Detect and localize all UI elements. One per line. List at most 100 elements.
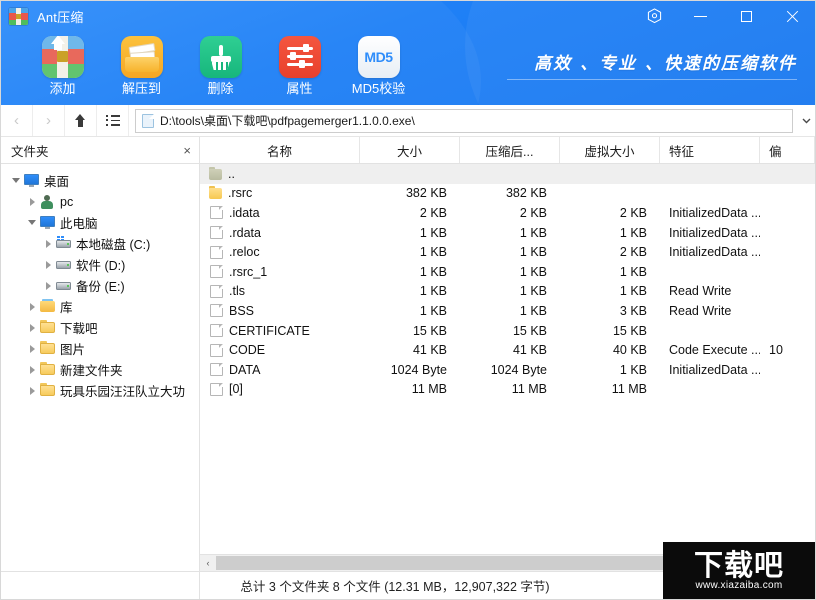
minimize-icon (693, 15, 707, 17)
toolbar-button-add[interactable]: 添加 (23, 34, 102, 97)
cell-name: BSS (200, 304, 360, 318)
cell-feature: Read Write (669, 284, 732, 299)
sidebar-item-label: 此电脑 (60, 217, 98, 231)
toolbar-button-extract[interactable]: 解压到 (102, 34, 181, 97)
file-name-text: .rdata (229, 225, 261, 240)
folder-icon (39, 341, 56, 356)
sidebar-item-1[interactable]: 桌面 (1, 170, 199, 191)
twisty-expanded-icon[interactable] (9, 178, 23, 183)
cell-feature: InitializedData ... (669, 245, 760, 260)
drive-icon (55, 257, 72, 272)
sidebar-item-9[interactable]: 图片 (1, 338, 199, 359)
toolbar-button-md5[interactable]: MD5 MD5校验 (339, 34, 418, 97)
table-row[interactable]: BSS 1 KB 1 KB 3 KB Read Write (200, 301, 815, 321)
cell-size: 15 KB (412, 323, 447, 338)
toolbar-label-extract: 解压到 (121, 81, 161, 96)
table-row[interactable]: .rsrc 382 KB 382 KB (200, 184, 815, 204)
twisty-collapsed-icon[interactable] (41, 260, 55, 269)
up-button[interactable] (65, 105, 97, 136)
twisty-collapsed-icon[interactable] (25, 386, 39, 395)
forward-button[interactable]: › (33, 105, 65, 136)
cell-packed: 2 KB (519, 205, 547, 220)
sidebar-item-label: 库 (60, 301, 73, 315)
view-list-button[interactable] (97, 105, 129, 136)
toolbar-button-delete[interactable]: 删除 (181, 34, 260, 97)
scroll-left-arrow[interactable]: ‹ (200, 555, 216, 571)
maximize-button[interactable] (723, 1, 769, 31)
twisty-collapsed-icon[interactable] (25, 302, 39, 311)
settings-hex-icon[interactable] (631, 1, 677, 31)
column-header-offset[interactable]: 偏 (760, 137, 815, 163)
archive-icon (9, 7, 28, 25)
table-row[interactable]: .idata 2 KB 2 KB 2 KB InitializedData ... (200, 203, 815, 223)
twisty-collapsed-icon[interactable] (41, 281, 55, 290)
table-row[interactable]: .rdata 1 KB 1 KB 1 KB InitializedData ... (200, 223, 815, 243)
file-name-text: CERTIFICATE (229, 323, 310, 338)
cell-feature: InitializedData ... (669, 362, 760, 377)
sidebar-item-8[interactable]: 下载吧 (1, 317, 199, 338)
file-name-text: [0] (229, 382, 243, 397)
column-header-size[interactable]: 大小 (360, 137, 460, 163)
table-row[interactable]: .rsrc_1 1 KB 1 KB 1 KB (200, 262, 815, 282)
cell-virtual-size: 2 KB (619, 205, 647, 220)
sidebar-item-label: 图片 (60, 343, 86, 357)
cell-packed: 1 KB (519, 225, 547, 240)
sidebar-item-2[interactable]: pc (1, 191, 199, 212)
file-icon (210, 284, 223, 298)
window-header: Ant压缩 添加 解压到 删除 属性 MD5 MD5校验 高效 、专业 、快速的… (1, 1, 815, 105)
table-row[interactable]: .reloc 1 KB 1 KB 2 KB InitializedData ... (200, 242, 815, 262)
table-row[interactable]: CERTIFICATE 15 KB 15 KB 15 KB (200, 321, 815, 341)
sidebar-item-7[interactable]: 库 (1, 296, 199, 317)
column-header-name[interactable]: 名称 (200, 137, 360, 163)
file-name-text: .tls (229, 284, 245, 299)
file-name-text: .reloc (229, 245, 260, 260)
table-row[interactable]: DATA 1024 Byte 1024 Byte 1 KB InitializedDat… (200, 360, 815, 380)
table-row[interactable]: .tls 1 KB 1 KB 1 KB Read Write (200, 282, 815, 302)
column-header-feature[interactable]: 特征 (660, 137, 760, 163)
toolbar-label-delete: 删除 (207, 81, 234, 96)
sidebar-item-3[interactable]: 此电脑 (1, 212, 199, 233)
sliders-properties-icon (278, 36, 321, 78)
cell-size: 1 KB (419, 303, 447, 318)
sidebar-title: 文件夹 (11, 144, 49, 159)
path-dropdown-button[interactable] (798, 109, 815, 133)
sidebar-item-11[interactable]: 玩具乐园汪汪队立大功 (1, 380, 199, 401)
close-button[interactable] (769, 1, 815, 31)
sidebar-item-5[interactable]: 软件 (D:) (1, 254, 199, 275)
parent-folder-icon (209, 166, 222, 181)
table-row[interactable]: CODE 41 KB 41 KB 40 KB Code Execute ... 10 (200, 340, 815, 360)
back-button[interactable]: ‹ (1, 105, 33, 136)
cell-offset: 10 (769, 343, 783, 358)
twisty-expanded-icon[interactable] (25, 220, 39, 225)
path-field[interactable]: D:\tools\桌面\下载吧\pdfpagemerger1.1.0.0.exe… (135, 108, 793, 133)
table-row[interactable]: [0] 11 MB 11 MB 11 MB (200, 380, 815, 400)
sidebar-item-label: 下载吧 (60, 322, 98, 336)
sidebar-close-icon[interactable]: × (183, 144, 191, 157)
toolbar-label-add: 添加 (49, 81, 76, 96)
column-header-packed[interactable]: 压缩后... (460, 137, 560, 163)
sidebar-item-4[interactable]: 本地磁盘 (C:) (1, 233, 199, 254)
twisty-collapsed-icon[interactable] (25, 365, 39, 374)
table-row[interactable]: .. (200, 164, 815, 184)
minimize-button[interactable] (677, 1, 723, 31)
address-bar: ‹ › D:\tools\桌面\下载吧\pdfpagemerger1.1.0.0… (1, 105, 815, 137)
scroll-thumb[interactable] (216, 556, 721, 570)
cell-size: 1 KB (419, 284, 447, 299)
toolbar-label-properties: 属性 (286, 81, 313, 96)
folder-sidebar: 文件夹 × 桌面 pc 此电脑本地磁盘 (C:) 软件 (D:) 备份 (E:) 库下载吧… (1, 137, 200, 571)
cell-feature: InitializedData ... (669, 225, 760, 240)
twisty-collapsed-icon[interactable] (41, 239, 55, 248)
main-body: 文件夹 × 桌面 pc 此电脑本地磁盘 (C:) 软件 (D:) 备份 (E:) 库下载吧… (1, 137, 815, 571)
toolbar-button-properties[interactable]: 属性 (260, 34, 339, 97)
sidebar-item-10[interactable]: 新建文件夹 (1, 359, 199, 380)
cell-name: .rdata (200, 226, 360, 240)
slogan-underline (507, 79, 797, 80)
twisty-collapsed-icon[interactable] (25, 323, 39, 332)
cell-name: .. (200, 166, 360, 181)
twisty-collapsed-icon[interactable] (25, 344, 39, 353)
toolbar-label-md5: MD5校验 (351, 81, 406, 96)
column-header-virtual-size[interactable]: 虚拟大小 (560, 137, 660, 163)
file-icon (210, 304, 223, 318)
sidebar-item-6[interactable]: 备份 (E:) (1, 275, 199, 296)
twisty-collapsed-icon[interactable] (25, 197, 39, 206)
